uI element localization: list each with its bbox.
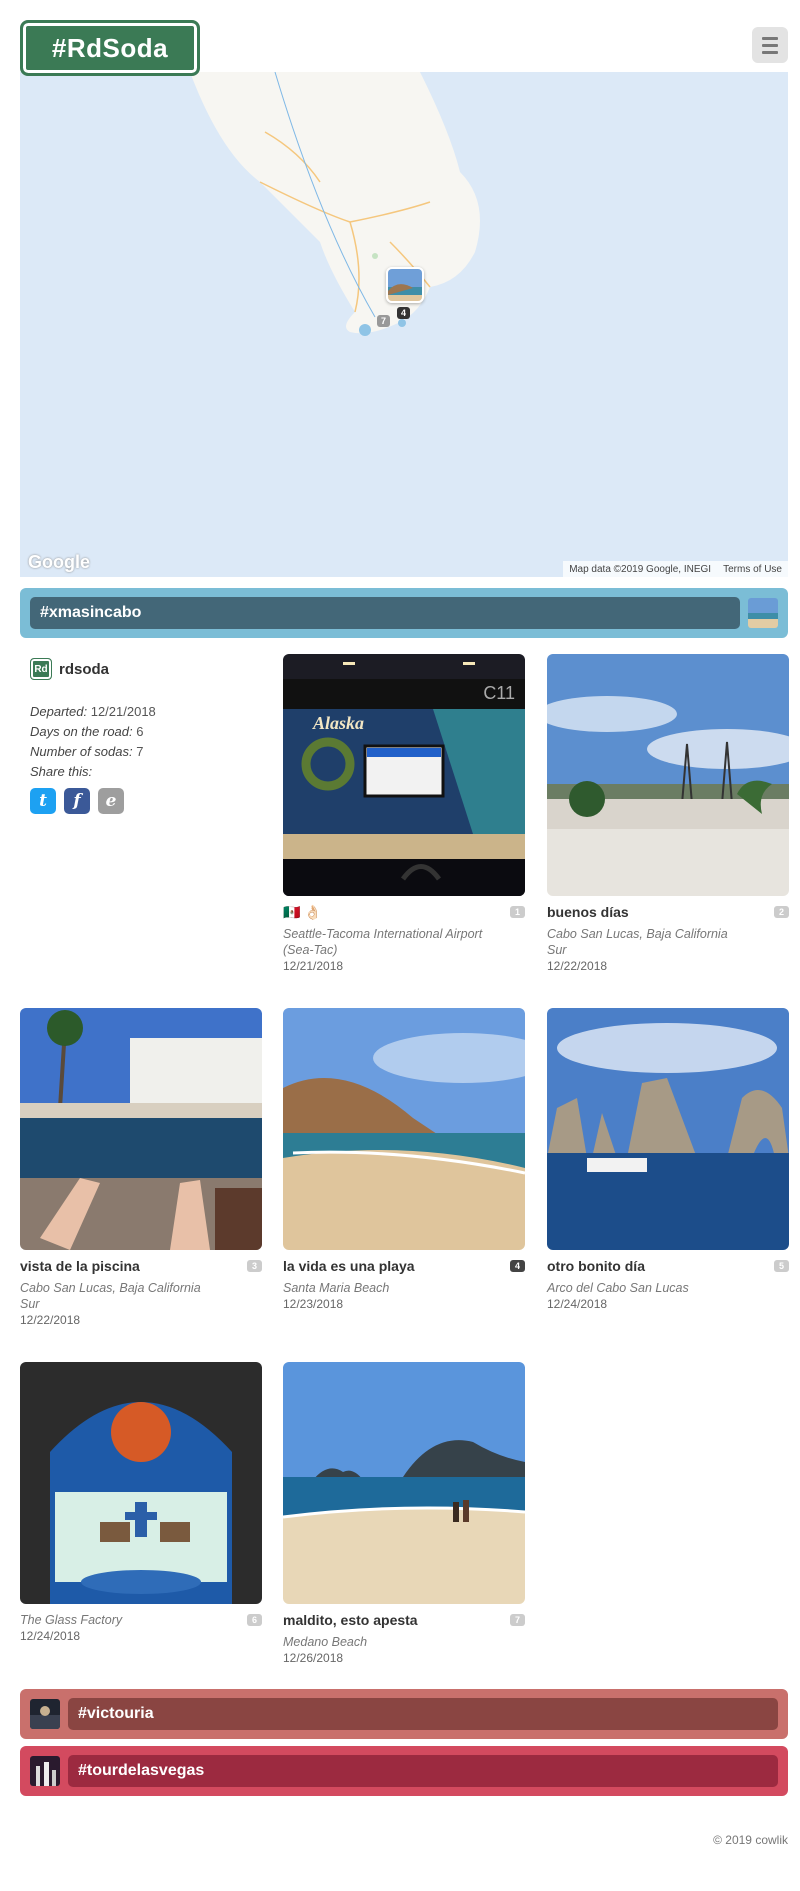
days-stat: Days on the road: 6	[30, 722, 250, 742]
photo-card[interactable]: C11 Alaska 🇲🇽 👌🏻 1 Seattle-Tacoma Interna…	[283, 654, 525, 974]
username[interactable]: rdsoda	[59, 661, 109, 678]
beach-thumbnail	[388, 269, 422, 301]
logo-text: #RdSoda	[51, 32, 169, 63]
site-logo[interactable]: #RdSoda	[20, 20, 200, 76]
photo-image[interactable]	[283, 1008, 525, 1250]
photo-title: maldito, esto apesta	[283, 1612, 418, 1628]
trip-name: #victouria	[78, 1705, 154, 1722]
share-buttons: t f e	[30, 788, 250, 814]
menu-button[interactable]	[752, 27, 788, 63]
terms-link[interactable]: Terms of Use	[723, 564, 782, 575]
departed-value: 12/21/2018	[90, 704, 156, 719]
photo-location[interactable]: The Glass Factory	[20, 1612, 262, 1628]
photo-card[interactable]: otro bonito día 5 Arco del Cabo San Lucas…	[547, 1008, 789, 1312]
trip-name-bar: #xmasincabo	[30, 597, 740, 629]
trip-banner-tourdelasvegas[interactable]: #tourdelasvegas	[20, 1746, 788, 1796]
photo-date: 12/26/2018	[283, 1651, 344, 1665]
photo-location[interactable]: Seattle-Tacoma International Airport (Se…	[283, 926, 525, 958]
map-cluster-count: 7	[377, 315, 391, 327]
email-icon[interactable]: e	[98, 788, 124, 814]
photo-title: otro bonito día	[547, 1258, 645, 1274]
trip-profile: Rd rdsoda Departed: 12/21/2018 Days on t…	[30, 658, 250, 814]
photo-image[interactable]: C11 Alaska	[283, 654, 525, 896]
days-value: 6	[136, 724, 144, 739]
photo-date: 12/23/2018	[283, 1297, 344, 1311]
sodas-value: 7	[136, 744, 144, 759]
share-label: Share this:	[30, 762, 250, 782]
photo-image[interactable]	[20, 1362, 262, 1604]
photo-image[interactable]	[547, 1008, 789, 1250]
map-data-text: Map data ©2019 Google, INEGI	[569, 563, 712, 575]
photo-card[interactable]: 6 The Glass Factory 12/24/2018	[20, 1362, 262, 1644]
photo-card[interactable]: buenos días 2 Cabo San Lucas, Baja Califo…	[547, 654, 789, 974]
photo-number: 7	[509, 1614, 525, 1626]
current-trip-banner[interactable]: #xmasincabo	[20, 588, 788, 638]
photo-card[interactable]: maldito, esto apesta 7 Medano Beach 12/26…	[283, 1362, 525, 1666]
photo-date: 12/21/2018	[283, 959, 344, 973]
share-label-text: Share this:	[30, 764, 93, 779]
photo-title: la vida es una playa	[283, 1258, 415, 1274]
trip-name-bar: #tourdelasvegas	[68, 1755, 778, 1787]
photo-location[interactable]: Cabo San Lucas, Baja California Sur	[20, 1280, 262, 1312]
photo-location[interactable]: Medano Beach	[283, 1634, 525, 1650]
trip-name: #xmasincabo	[40, 604, 142, 621]
photo-location[interactable]: Santa Maria Beach	[283, 1280, 525, 1296]
twitter-icon[interactable]: t	[30, 788, 56, 814]
footer-copyright: © 2019 cowlik	[713, 1833, 788, 1847]
trip-thumbnail	[30, 1699, 60, 1729]
hamburger-icon-line	[762, 43, 778, 47]
photo-card[interactable]: la vida es una playa 4 Santa Maria Beach …	[283, 1008, 525, 1312]
gate-sign: C11	[483, 683, 515, 703]
sodas-label: Number of sodas:	[30, 744, 133, 759]
photo-title: vista de la piscina	[20, 1258, 140, 1274]
page: #RdSoda 4 7 Google Map data ©2019 Google…	[0, 0, 800, 1891]
photo-number: 3	[246, 1260, 262, 1272]
trip-map[interactable]: 4 7 Google Map data ©2019 Google, INEGI …	[20, 72, 788, 577]
photo-location[interactable]: Arco del Cabo San Lucas	[547, 1280, 789, 1296]
photo-image[interactable]	[547, 654, 789, 896]
departed-stat: Departed: 12/21/2018	[30, 702, 250, 722]
photo-number: 6	[246, 1614, 262, 1626]
days-label: Days on the road:	[30, 724, 133, 739]
trip-name-bar: #victouria	[68, 1698, 778, 1730]
photo-title: buenos días	[547, 904, 629, 920]
photo-number: 5	[773, 1260, 789, 1272]
user-avatar[interactable]: Rd	[30, 658, 52, 680]
hamburger-icon	[762, 36, 778, 40]
photo-number: 4	[509, 1260, 525, 1272]
map-attribution: Map data ©2019 Google, INEGI Terms of Us…	[563, 561, 788, 577]
photo-image[interactable]	[20, 1008, 262, 1250]
photo-title: 🇲🇽 👌🏻	[283, 903, 322, 920]
trip-name: #tourdelasvegas	[78, 1762, 205, 1779]
photo-date: 12/22/2018	[20, 1313, 81, 1327]
photo-date: 12/24/2018	[547, 1297, 608, 1311]
photo-number: 1	[509, 906, 525, 918]
photo-date: 12/24/2018	[20, 1629, 81, 1643]
map-land	[190, 72, 480, 336]
photo-date: 12/22/2018	[547, 959, 608, 973]
photo-image[interactable]	[283, 1362, 525, 1604]
google-logo: Google	[28, 552, 90, 572]
trip-banner-victouria[interactable]: #victouria	[20, 1689, 788, 1739]
map-photo-marker[interactable]	[386, 267, 424, 303]
hamburger-icon-line	[762, 50, 778, 54]
map-marker-count: 4	[397, 307, 411, 319]
trip-thumbnail	[748, 598, 778, 628]
facebook-icon[interactable]: f	[64, 788, 90, 814]
departed-label: Departed:	[30, 704, 88, 719]
sodas-stat: Number of sodas: 7	[30, 742, 250, 762]
photo-location[interactable]: Cabo San Lucas, Baja California Sur	[547, 926, 789, 958]
photo-card[interactable]: vista de la piscina 3 Cabo San Lucas, Baj…	[20, 1008, 262, 1328]
airline-sign: Alaska	[312, 713, 364, 733]
trip-thumbnail	[30, 1756, 60, 1786]
photo-number: 2	[773, 906, 789, 918]
